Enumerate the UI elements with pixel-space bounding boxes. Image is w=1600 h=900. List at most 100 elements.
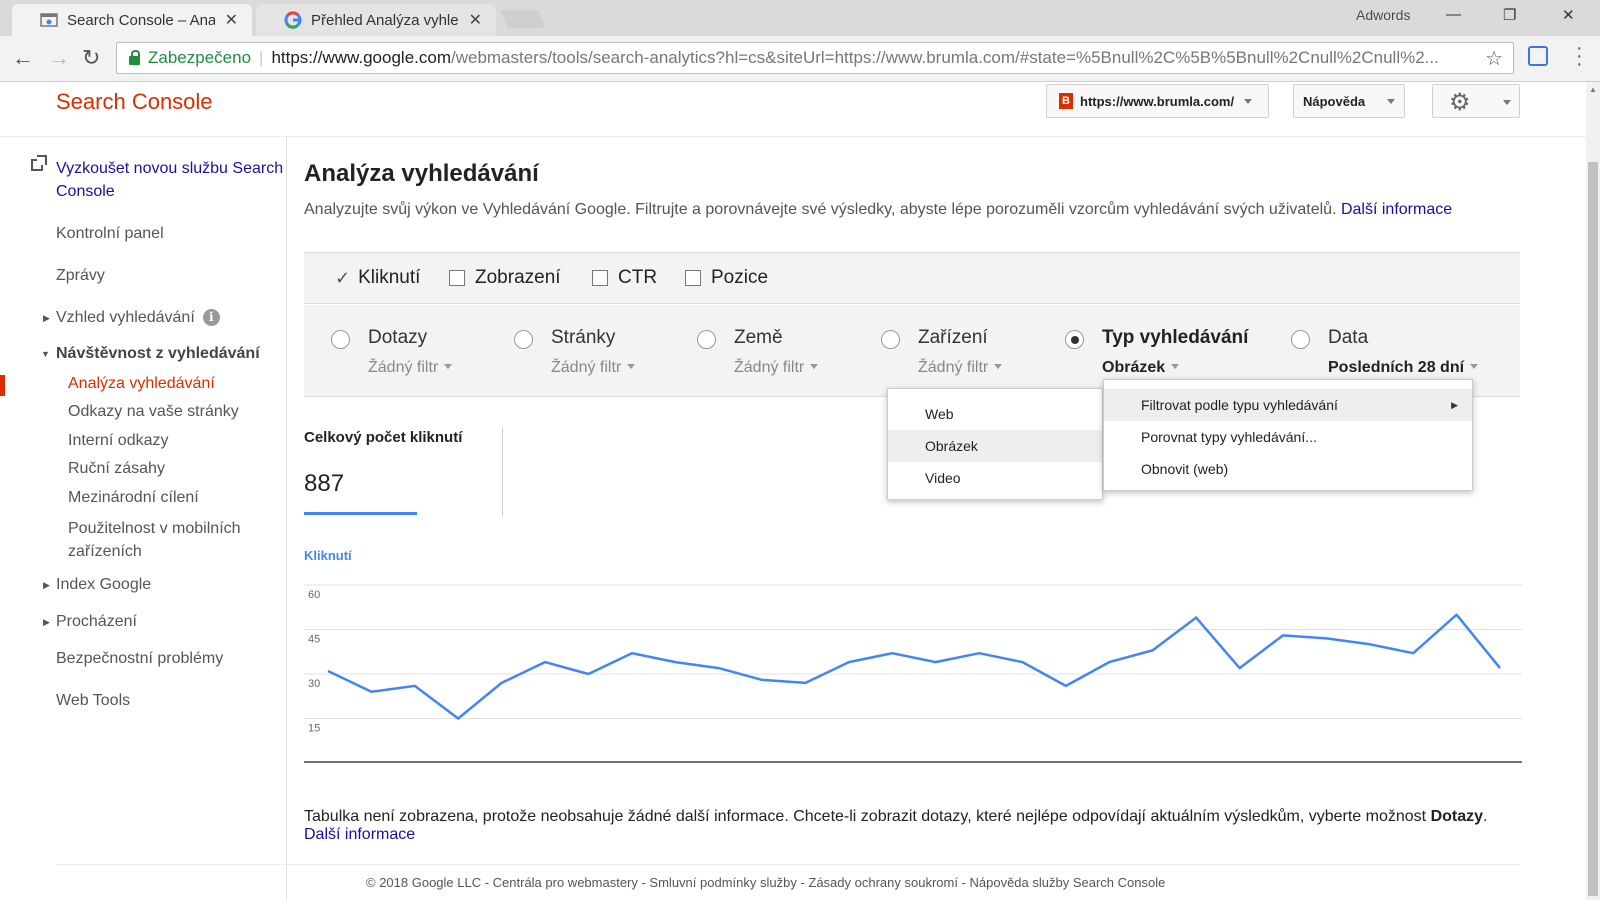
metric-clicks[interactable]: ✓ Kliknutí [335, 267, 420, 289]
sidebar-item-search-analytics[interactable]: Analýza vyhledávání [68, 375, 215, 393]
forward-icon[interactable]: → [48, 45, 70, 71]
data-point[interactable] [976, 650, 982, 656]
radio-button-selected[interactable] [1065, 330, 1084, 349]
checkbox[interactable] [592, 270, 608, 286]
menu-item-video[interactable]: Video [888, 462, 1102, 494]
sidebar-item-dashboard[interactable]: Kontrolní panel [56, 225, 164, 243]
group-filter-dropdown[interactable]: Obrázek [1102, 359, 1180, 377]
data-point[interactable] [325, 668, 331, 674]
data-point[interactable] [803, 680, 809, 686]
data-point[interactable] [368, 689, 374, 695]
group-filter-dropdown[interactable]: Posledních 28 dní [1328, 359, 1479, 377]
data-point[interactable] [1193, 615, 1199, 621]
sidebar-item-search-appearance[interactable]: Vzhled vyhledávání i [56, 309, 220, 327]
sidebar-item-crawl[interactable]: Procházení [56, 613, 137, 631]
sidebar-item-google-index[interactable]: Index Google [56, 576, 151, 594]
expand-arrow-icon[interactable]: ▶ [43, 313, 50, 324]
data-point[interactable] [542, 659, 548, 665]
browser-menu-icon[interactable]: · · · [1576, 38, 1583, 74]
metric-position[interactable]: Pozice [685, 267, 768, 289]
data-point[interactable] [585, 671, 591, 677]
menu-item-filter-by-type[interactable]: Filtrovat podle typu vyhledávání ▶ [1104, 389, 1472, 421]
sidebar-item-manual-actions[interactable]: Ruční zásahy [68, 460, 165, 478]
url-input[interactable]: Zabezpečeno | https://www.google.com /we… [116, 42, 1514, 74]
data-point[interactable] [1106, 659, 1112, 665]
group-filter-dropdown[interactable]: Žádný filtr [734, 359, 819, 377]
sidebar-item-links-to-site[interactable]: Odkazy na vaše stránky [68, 403, 239, 421]
data-point[interactable] [1063, 683, 1069, 689]
metric-impressions[interactable]: Zobrazení [449, 267, 561, 289]
close-tab-icon[interactable]: ✕ [469, 10, 482, 30]
expand-arrow-icon[interactable]: ▶ [43, 617, 50, 628]
info-icon[interactable]: i [202, 309, 220, 326]
group-filter-dropdown[interactable]: Žádný filtr [551, 359, 636, 377]
group-filter-dropdown[interactable]: Žádný filtr [368, 359, 453, 377]
sidebar-item-search-traffic[interactable]: Návštěvnost z vyhledávání [56, 345, 260, 363]
collapse-arrow-icon[interactable]: ▼ [41, 349, 50, 359]
data-point[interactable] [1497, 665, 1503, 671]
menu-item-web[interactable]: Web [888, 398, 1102, 430]
data-point[interactable] [889, 650, 895, 656]
settings-button[interactable]: ⚙ [1432, 84, 1520, 118]
close-window-icon[interactable]: ✕ [1562, 6, 1575, 24]
clicks-series-line[interactable] [327, 613, 1501, 720]
data-point[interactable] [455, 716, 461, 722]
data-point[interactable] [716, 665, 722, 671]
sidebar-item-security-issues[interactable]: Bezpečnostní problémy [56, 650, 223, 668]
sidebar-item-messages[interactable]: Zprávy [56, 267, 105, 285]
sidebar-item-international-targeting[interactable]: Mezinárodní cílení [68, 489, 199, 507]
tab-search-console[interactable]: Search Console – Analýz ✕ [12, 4, 252, 36]
menu-item-reset[interactable]: Obnovit (web) [1104, 453, 1472, 485]
data-point[interactable] [499, 680, 505, 686]
tab-prehled[interactable]: Přehled Analýza vyhledáv ✕ [256, 4, 496, 36]
checkbox[interactable] [685, 270, 701, 286]
minimize-icon[interactable]: — [1446, 6, 1461, 23]
radio-button[interactable] [1291, 330, 1310, 349]
radio-button[interactable] [514, 330, 533, 349]
sidebar-item-mobile-usability[interactable]: Použitelnost v mobilních zařízeních [68, 517, 268, 563]
help-button[interactable]: Nápověda [1293, 84, 1405, 118]
data-point[interactable] [1020, 659, 1026, 665]
sidebar-item-try-new[interactable]: Vyzkoušet novou službu Search Console [56, 157, 288, 203]
data-point[interactable] [846, 659, 852, 665]
data-point[interactable] [1150, 647, 1156, 653]
radio-button[interactable] [881, 330, 900, 349]
group-filter-dropdown[interactable]: Žádný filtr [918, 359, 1003, 377]
bookmark-star-icon[interactable]: ☆ [1485, 46, 1503, 71]
expand-arrow-icon[interactable]: ▶ [43, 580, 50, 591]
more-info-link[interactable]: Další informace [1341, 201, 1452, 218]
metric-ctr[interactable]: CTR [592, 267, 657, 289]
footnote-more-info-link[interactable]: Další informace [304, 826, 415, 843]
restore-icon[interactable]: ❐ [1503, 6, 1516, 24]
data-point[interactable] [1367, 641, 1373, 647]
data-point[interactable] [933, 659, 939, 665]
new-tab-button[interactable] [500, 10, 546, 28]
radio-button[interactable] [697, 330, 716, 349]
back-icon[interactable]: ← [12, 45, 34, 71]
close-tab-icon[interactable]: ✕ [225, 10, 238, 30]
data-point[interactable] [1323, 635, 1329, 641]
page-scrollbar[interactable]: ▲ [1586, 82, 1600, 900]
sidebar-item-web-tools[interactable]: Web Tools [56, 692, 130, 710]
data-point[interactable] [759, 677, 765, 683]
data-point[interactable] [1410, 650, 1416, 656]
data-point[interactable] [1454, 612, 1460, 618]
scrollbar-thumb[interactable] [1588, 162, 1598, 896]
data-point[interactable] [1237, 665, 1243, 671]
search-console-logo[interactable]: Search Console [56, 89, 213, 115]
profile-label[interactable]: Adwords [1356, 7, 1410, 23]
data-point[interactable] [1280, 632, 1286, 638]
reload-icon[interactable]: ↻ [82, 45, 100, 71]
sidebar-item-internal-links[interactable]: Interní odkazy [68, 432, 169, 450]
data-point[interactable] [672, 659, 678, 665]
menu-item-compare-types[interactable]: Porovnat typy vyhledávání... [1104, 421, 1472, 453]
scroll-up-icon[interactable]: ▲ [1589, 85, 1597, 94]
data-point[interactable] [629, 650, 635, 656]
filter-label: Obrázek [1102, 359, 1166, 376]
checkbox[interactable] [449, 270, 465, 286]
menu-item-image[interactable]: Obrázek [888, 430, 1102, 462]
data-point[interactable] [412, 683, 418, 689]
extension-icon[interactable] [1528, 46, 1548, 66]
radio-button[interactable] [331, 330, 350, 349]
site-selector[interactable]: B https://www.brumla.com/ [1046, 84, 1269, 118]
